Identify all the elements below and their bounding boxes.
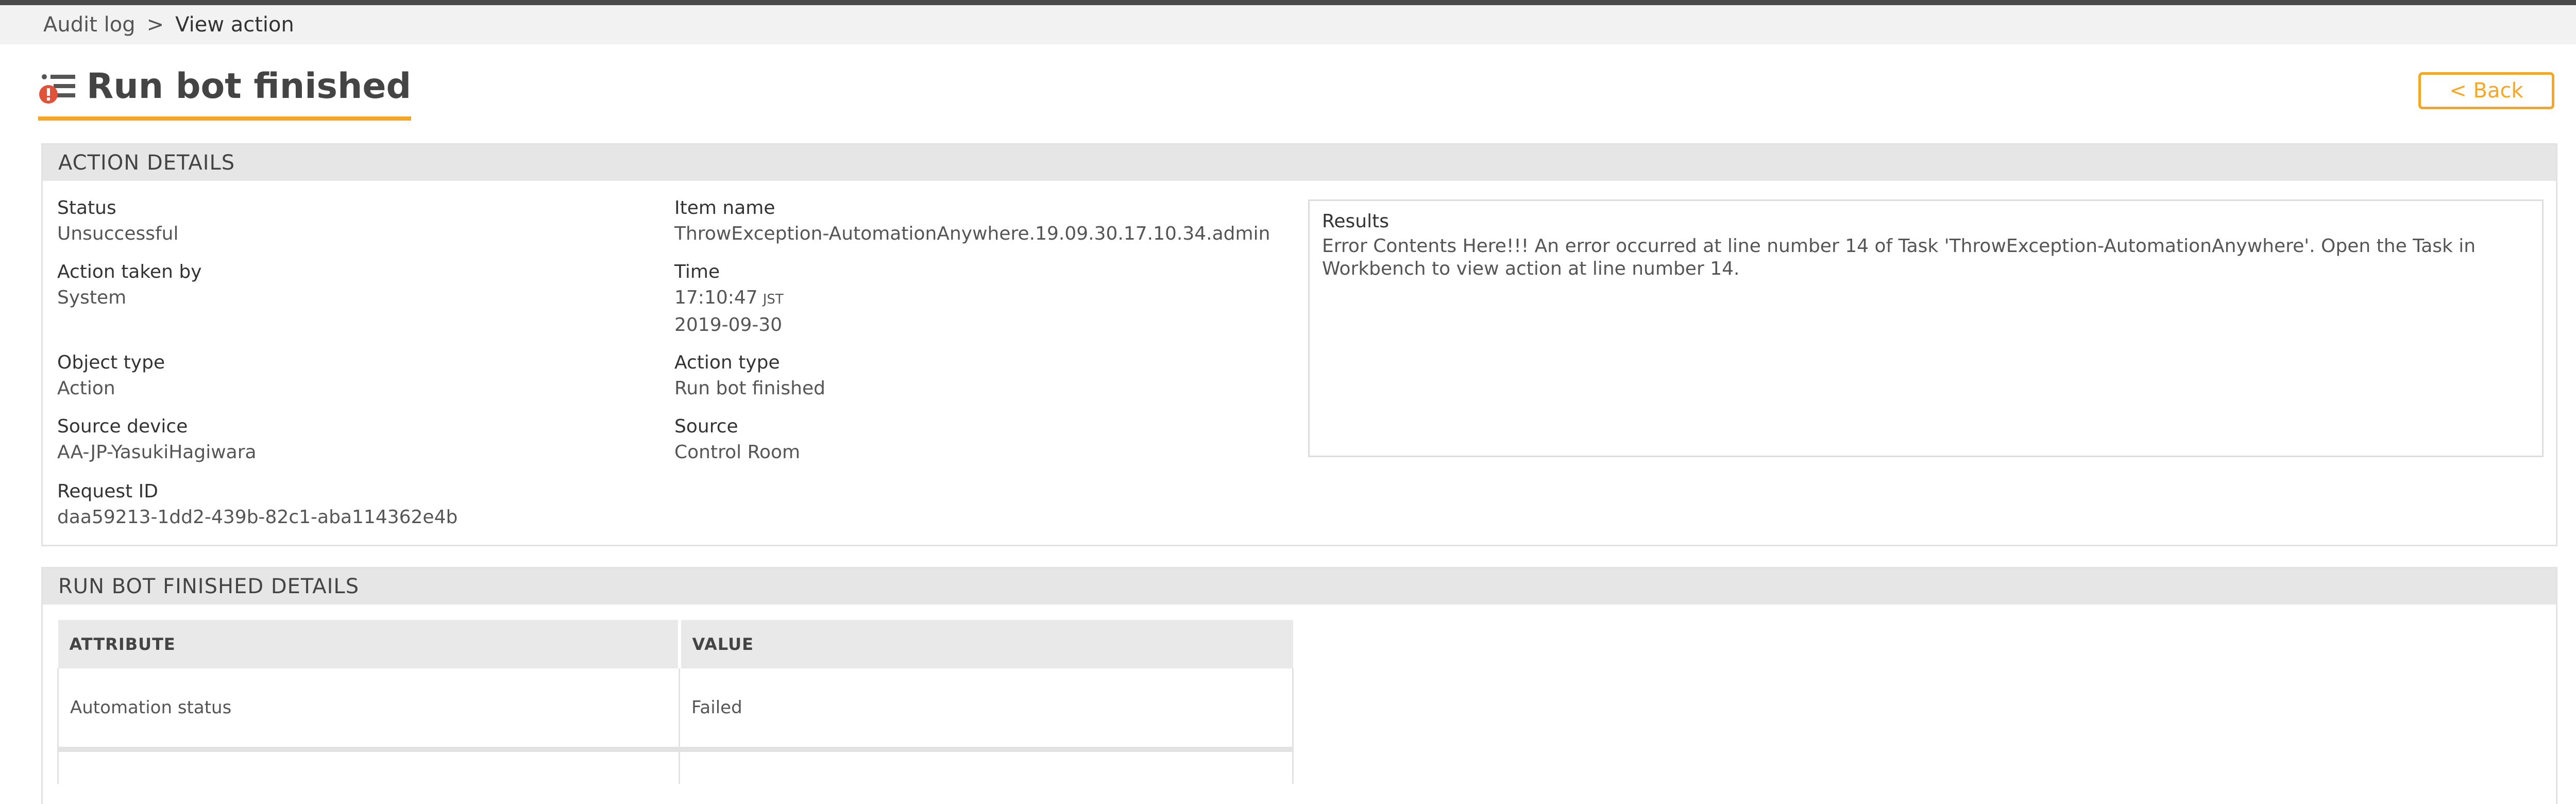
- field-label: Action type: [674, 352, 780, 373]
- breadcrumb-separator: >: [146, 13, 164, 37]
- value-cell: [679, 749, 1294, 784]
- column-header-attribute[interactable]: ATTRIBUTE: [58, 620, 681, 668]
- field-value: AA-JP-YasukiHagiwara: [57, 442, 257, 463]
- field-value: Control Room: [674, 442, 801, 463]
- field-label: Source device: [57, 416, 188, 437]
- date-value: 2019-09-30: [674, 314, 783, 336]
- attribute-table: ATTRIBUTE VALUE Automation status Failed: [57, 620, 1294, 784]
- breadcrumb-audit-log-link[interactable]: Audit log: [43, 13, 135, 37]
- error-list-icon: [38, 63, 77, 110]
- value-cell: Failed: [679, 668, 1294, 752]
- field-time: Time 17:10:47 JST 2019-09-30: [674, 259, 784, 338]
- field-value: ThrowException-AutomationAnywhere.19.09.…: [674, 223, 1270, 244]
- field-label: Source: [674, 416, 738, 437]
- field-status: Status Unsuccessful: [57, 195, 178, 247]
- field-label: Action taken by: [57, 261, 202, 282]
- field-object-type: Object type Action: [57, 350, 165, 401]
- page-title: Run bot finished: [87, 66, 412, 107]
- field-value: Action: [57, 378, 115, 399]
- page-title-block: Run bot finished: [38, 62, 412, 121]
- breadcrumb: Audit log > View action: [43, 5, 294, 44]
- breadcrumb-bar: [0, 5, 2576, 44]
- field-label: Status: [57, 197, 116, 219]
- table-row: [57, 749, 1294, 784]
- field-label: Time: [674, 261, 720, 282]
- results-text: Error Contents Here!!! An error occurred…: [1322, 236, 2476, 279]
- attribute-cell: Automation status: [57, 668, 680, 752]
- field-label: Object type: [57, 352, 165, 373]
- field-value: System: [57, 287, 127, 308]
- field-value: 17:10:47 JST: [674, 285, 784, 312]
- results-box: Results Error Contents Here!!! An error …: [1308, 199, 2544, 457]
- column-header-value[interactable]: VALUE: [679, 620, 1293, 668]
- field-label: Request ID: [57, 481, 159, 502]
- run-bot-finished-details-header: RUN BOT FINISHED DETAILS: [43, 568, 2556, 605]
- breadcrumb-current: View action: [175, 13, 294, 37]
- time-zone: JST: [762, 292, 784, 307]
- field-request-id: Request ID daa59213-1dd2-439b-82c1-aba11…: [57, 479, 457, 530]
- field-action-taken-by: Action taken by System: [57, 259, 202, 311]
- field-item-name: Item name ThrowException-AutomationAnywh…: [674, 195, 1270, 247]
- table-row: Automation status Failed: [57, 668, 1294, 752]
- time-value: 17:10:47: [674, 287, 758, 308]
- results-label: Results: [1322, 211, 1389, 232]
- back-button[interactable]: < Back: [2418, 72, 2554, 109]
- field-label: Item name: [674, 197, 775, 219]
- field-value: daa59213-1dd2-439b-82c1-aba114362e4b: [57, 507, 458, 528]
- attribute-cell: [57, 749, 680, 784]
- field-source: Source Control Room: [674, 414, 800, 465]
- table-header-row: ATTRIBUTE VALUE: [58, 620, 1293, 668]
- field-source-device: Source device AA-JP-YasukiHagiwara: [57, 414, 257, 465]
- run-bot-finished-details-section: RUN BOT FINISHED DETAILS ATTRIBUTE VALUE…: [41, 567, 2557, 804]
- field-value: Unsuccessful: [57, 223, 179, 244]
- action-details-section: ACTION DETAILS Status Unsuccessful Actio…: [41, 143, 2557, 546]
- field-action-type: Action type Run bot finished: [674, 350, 825, 401]
- action-details-header: ACTION DETAILS: [43, 145, 2556, 181]
- field-value: Run bot finished: [674, 378, 825, 399]
- top-strip: [0, 0, 2576, 5]
